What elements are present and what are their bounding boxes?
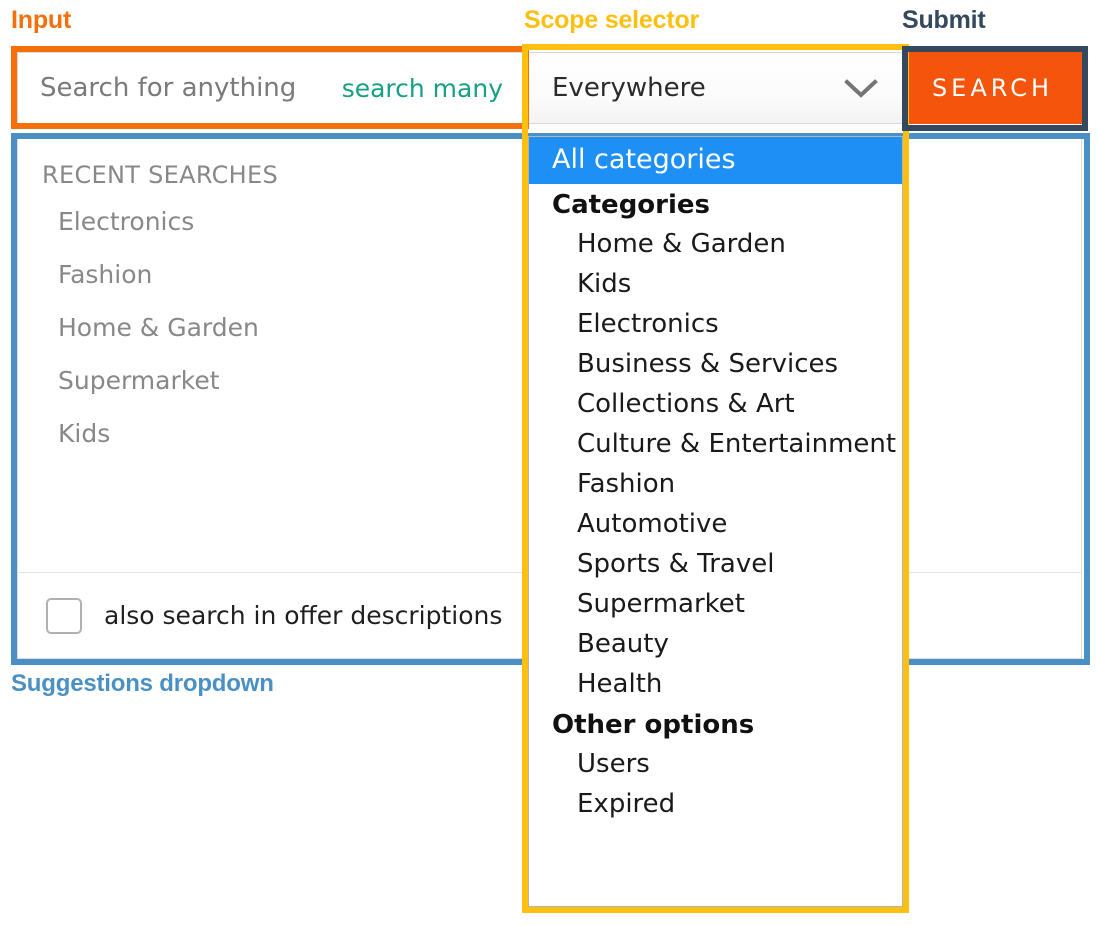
search-submit-button[interactable]: SEARCH [903,52,1082,124]
search-many-link[interactable]: search many [342,74,503,103]
annotation-label-submit: Submit [902,6,986,35]
scope-selector[interactable]: Everywhere [523,52,903,124]
annotation-label-suggestions: Suggestions dropdown [11,670,274,698]
annotation-label-scope: Scope selector [524,6,699,35]
scope-option-users[interactable]: Users [529,744,902,784]
scope-option-culture-entertainment[interactable]: Culture & Entertainment [529,424,902,464]
scope-dropdown-list: All categories Categories Home & Garden … [528,136,903,907]
scope-option-sports-travel[interactable]: Sports & Travel [529,544,902,584]
search-input-placeholder: Search for anything [40,73,342,103]
scope-group-categories: Categories [529,184,902,224]
search-input[interactable]: Search for anything search many [17,52,523,124]
scope-option-automotive[interactable]: Automotive [529,504,902,544]
scope-option-business-services[interactable]: Business & Services [529,344,902,384]
scope-option-fashion[interactable]: Fashion [529,464,902,504]
scope-option-home-garden[interactable]: Home & Garden [529,224,902,264]
scope-option-collections-art[interactable]: Collections & Art [529,384,902,424]
offer-descriptions-checkbox[interactable] [46,598,82,634]
chevron-down-icon [844,78,878,98]
scope-option-expired[interactable]: Expired [529,784,902,824]
search-bar: Search for anything search many Everywhe… [17,52,1082,124]
scope-selector-value: Everywhere [552,73,706,103]
scope-option-supermarket[interactable]: Supermarket [529,584,902,624]
annotation-label-input: Input [11,6,71,35]
scope-group-other-options: Other options [529,704,902,744]
offer-descriptions-label: also search in offer descriptions [104,601,502,630]
scope-option-health[interactable]: Health [529,664,902,704]
scope-option-electronics[interactable]: Electronics [529,304,902,344]
scope-option-beauty[interactable]: Beauty [529,624,902,664]
scope-option-all-categories[interactable]: All categories [529,137,902,184]
scope-option-kids[interactable]: Kids [529,264,902,304]
